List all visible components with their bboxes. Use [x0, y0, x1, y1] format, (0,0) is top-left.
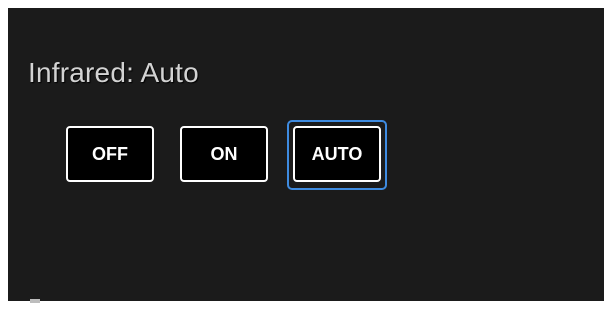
infrared-settings-panel: Infrared: Auto OFF ON AUTO [8, 8, 604, 301]
infrared-on-button[interactable]: ON [180, 126, 268, 182]
clipped-element [30, 299, 40, 303]
infrared-auto-button[interactable]: AUTO [293, 126, 381, 182]
infrared-off-button[interactable]: OFF [66, 126, 154, 182]
infrared-status-title: Infrared: Auto [28, 57, 199, 88]
